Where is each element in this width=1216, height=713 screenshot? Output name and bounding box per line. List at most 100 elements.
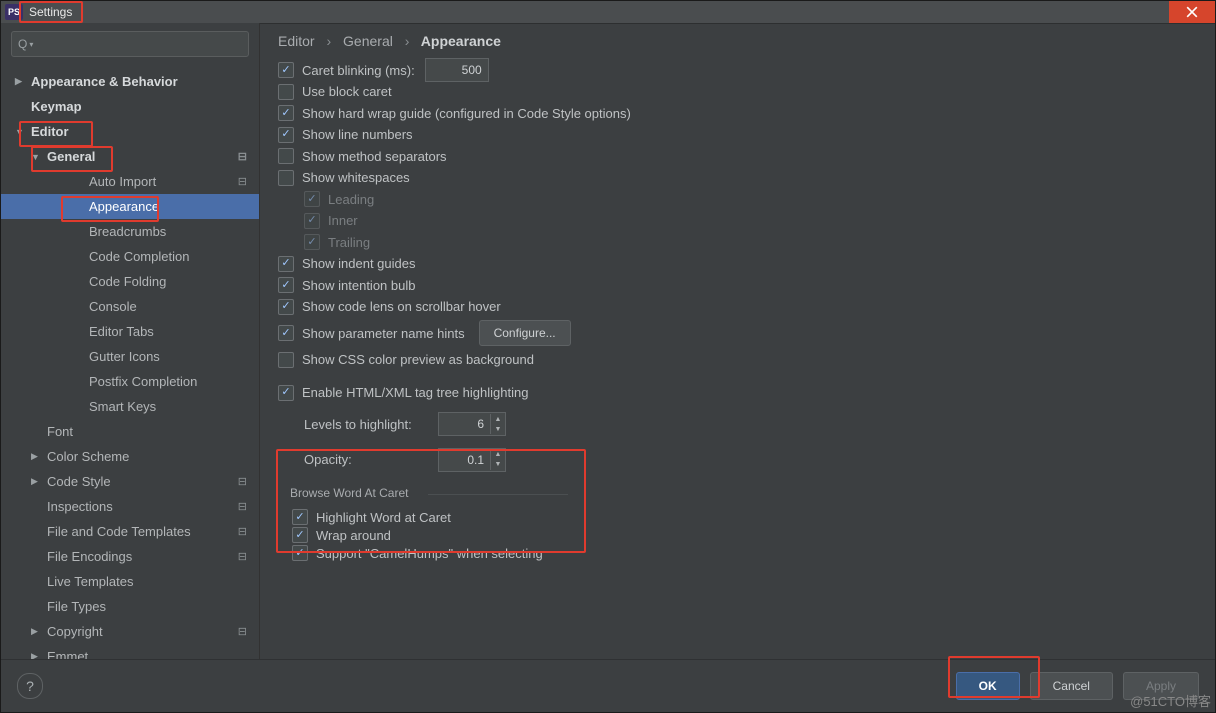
- chevron-down-icon: ▼: [15, 127, 25, 137]
- tree-item-label: Auto Import: [89, 174, 156, 189]
- label-method-separators: Show method separators: [302, 149, 447, 164]
- checkbox-whitespaces[interactable]: [278, 170, 294, 186]
- project-scope-icon: ⊟: [238, 500, 247, 513]
- checkbox-hard-wrap[interactable]: [278, 105, 294, 121]
- spin-up-icon[interactable]: ▲: [491, 414, 505, 424]
- crumb-appearance: Appearance: [421, 33, 501, 49]
- tree-item-label: Smart Keys: [89, 399, 156, 414]
- tree-item[interactable]: Gutter Icons: [1, 344, 259, 369]
- checkbox-ws-inner: [304, 213, 320, 229]
- tree-item[interactable]: Postfix Completion: [1, 369, 259, 394]
- checkbox-block-caret[interactable]: [278, 84, 294, 100]
- label-block-caret: Use block caret: [302, 84, 392, 99]
- checkbox-method-separators[interactable]: [278, 148, 294, 164]
- sidebar: Q▾ ▶Appearance & BehaviorKeymap▼Editor▼G…: [1, 23, 260, 660]
- main-panel: Editor › General › Appearance Caret blin…: [260, 23, 1215, 660]
- input-opacity[interactable]: 0.1 ▲▼: [438, 448, 506, 472]
- tree-item-label: Code Style: [47, 474, 111, 489]
- tree-item[interactable]: ▶Copyright⊟: [1, 619, 259, 644]
- tree-item-label: Postfix Completion: [89, 374, 197, 389]
- project-scope-icon: ⊟: [238, 150, 247, 163]
- project-scope-icon: ⊟: [238, 625, 247, 638]
- tree-item[interactable]: ▶Color Scheme: [1, 444, 259, 469]
- tree-item[interactable]: ▼ General ⊟: [1, 144, 259, 169]
- body: Q▾ ▶Appearance & BehaviorKeymap▼Editor▼G…: [1, 23, 1215, 660]
- tree-item-label: Font: [47, 424, 73, 439]
- project-scope-icon: ⊟: [238, 525, 247, 538]
- search-input[interactable]: Q▾: [11, 31, 249, 57]
- tree-item[interactable]: Code Completion: [1, 244, 259, 269]
- row-opacity: Opacity: 0.1 ▲▼: [278, 447, 1197, 473]
- ok-button[interactable]: OK: [956, 672, 1020, 700]
- project-scope-icon: ⊟: [238, 175, 247, 188]
- checkbox-intention-bulb[interactable]: [278, 277, 294, 293]
- tree-item[interactable]: Appearance: [1, 194, 259, 219]
- tree-item[interactable]: ▶Appearance & Behavior: [1, 69, 259, 94]
- opt-camel-humps: Support "CamelHumps" when selecting: [292, 544, 1183, 562]
- tree-item[interactable]: ▶Emmet: [1, 644, 259, 660]
- label-ws-inner: Inner: [328, 213, 358, 228]
- checkbox-param-hints[interactable]: [278, 325, 294, 341]
- opt-param-hints: Show parameter name hints Configure...: [278, 319, 1197, 347]
- checkbox-camel-humps[interactable]: [292, 545, 308, 561]
- chevron-right-icon: ▶: [31, 626, 41, 637]
- tree-item[interactable]: Inspections⊟: [1, 494, 259, 519]
- label-wrap-around: Wrap around: [316, 528, 391, 543]
- tree-item[interactable]: Keymap: [1, 94, 259, 119]
- breadcrumb: Editor › General › Appearance: [278, 33, 1197, 49]
- spin-down-icon[interactable]: ▼: [491, 424, 505, 434]
- opt-ws-leading: Leading: [278, 190, 1197, 208]
- spin-up-icon[interactable]: ▲: [491, 450, 505, 460]
- label-param-hints: Show parameter name hints: [302, 326, 465, 341]
- checkbox-caret-blinking[interactable]: [278, 62, 294, 78]
- opt-method-separators: Show method separators: [278, 147, 1197, 165]
- configure-param-hints-button[interactable]: Configure...: [479, 320, 571, 346]
- chevron-down-icon: ▾: [29, 40, 33, 49]
- label-indent-guides: Show indent guides: [302, 256, 415, 271]
- crumb-editor[interactable]: Editor: [278, 33, 315, 49]
- tree-item-label: Console: [89, 299, 137, 314]
- project-scope-icon: ⊟: [238, 550, 247, 563]
- chevron-down-icon: ▼: [31, 152, 41, 162]
- tree-item-label: General: [47, 149, 95, 164]
- input-caret-blinking-ms[interactable]: 500: [425, 58, 489, 82]
- tree-item[interactable]: Console: [1, 294, 259, 319]
- options-list: Caret blinking (ms): 500 Use block caret…: [278, 61, 1197, 574]
- checkbox-highlight-word[interactable]: [292, 509, 308, 525]
- tree-item[interactable]: Auto Import ⊟: [1, 169, 259, 194]
- project-scope-icon: ⊟: [238, 475, 247, 488]
- checkbox-css-preview[interactable]: [278, 352, 294, 368]
- tree-item[interactable]: File and Code Templates⊟: [1, 519, 259, 544]
- tree-item[interactable]: Editor Tabs: [1, 319, 259, 344]
- tree-item[interactable]: Breadcrumbs: [1, 219, 259, 244]
- opt-html-tag-highlight: Enable HTML/XML tag tree highlighting: [278, 384, 1197, 402]
- chevron-right-icon: ›: [326, 33, 331, 49]
- tree-item[interactable]: ▼Editor: [1, 119, 259, 144]
- chevron-right-icon: ▶: [31, 451, 41, 462]
- checkbox-indent-guides[interactable]: [278, 256, 294, 272]
- crumb-general[interactable]: General: [343, 33, 393, 49]
- close-button[interactable]: [1169, 1, 1215, 23]
- tree-item[interactable]: Code Folding: [1, 269, 259, 294]
- checkbox-html-tag[interactable]: [278, 385, 294, 401]
- opt-intention-bulb: Show intention bulb: [278, 276, 1197, 294]
- input-levels[interactable]: 6 ▲▼: [438, 412, 506, 436]
- checkbox-line-numbers[interactable]: [278, 127, 294, 143]
- tree-item-label: File Types: [47, 599, 106, 614]
- tree-item[interactable]: File Encodings⊟: [1, 544, 259, 569]
- tree-item[interactable]: Font: [1, 419, 259, 444]
- tree-item[interactable]: File Types: [1, 594, 259, 619]
- settings-tree[interactable]: ▶Appearance & BehaviorKeymap▼Editor▼Gene…: [1, 63, 259, 660]
- cancel-button[interactable]: Cancel: [1030, 672, 1113, 700]
- tree-item[interactable]: Live Templates: [1, 569, 259, 594]
- titlebar: PS Settings: [1, 1, 1215, 24]
- tree-item[interactable]: Smart Keys: [1, 394, 259, 419]
- checkbox-wrap-around[interactable]: [292, 527, 308, 543]
- tree-item[interactable]: ▶Code Style⊟: [1, 469, 259, 494]
- chevron-right-icon: ›: [405, 33, 410, 49]
- tree-item-label: Code Completion: [89, 249, 189, 264]
- spin-down-icon[interactable]: ▼: [491, 460, 505, 470]
- checkbox-code-lens[interactable]: [278, 299, 294, 315]
- tree-item-label: Code Folding: [89, 274, 166, 289]
- help-button[interactable]: ?: [17, 673, 43, 699]
